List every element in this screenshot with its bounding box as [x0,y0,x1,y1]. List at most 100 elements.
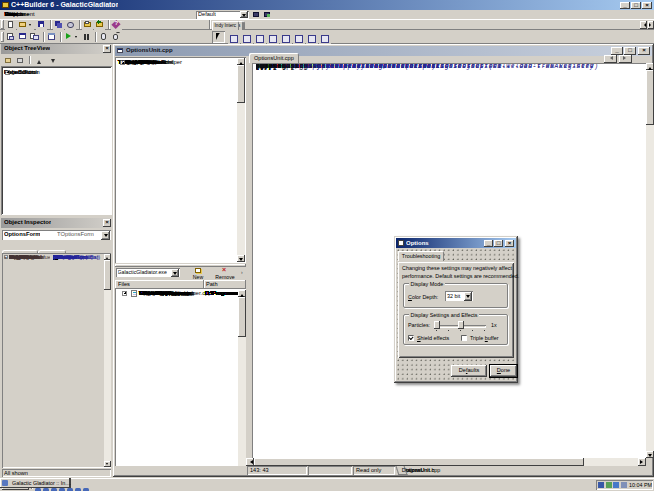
desktop-layout-combo[interactable]: Default [196,11,249,19]
palette-tab[interactable]: Indy Interc [212,21,239,30]
object-treeview-pane: Object TreeView × OptionsForm [0,44,113,217]
treeview-move-up-icon[interactable] [34,56,45,66]
property-name: Icon [9,254,50,260]
scroll-up-icon[interactable] [237,58,245,65]
palette-tabs-scroll-left-icon[interactable] [640,21,647,29]
editor-vscrollbar[interactable] [646,63,654,458]
slider-thumb[interactable] [458,321,464,329]
project-combo-dropdown-icon[interactable] [171,269,179,277]
files-column-header[interactable]: Files [118,281,130,287]
open-icon[interactable] [17,20,28,30]
toggle-form-unit-icon[interactable] [29,31,40,42]
color-depth-combo[interactable]: 32 bit [445,291,473,301]
quick-launch-icon[interactable] [66,488,73,491]
particles-slider[interactable] [434,320,486,331]
save-icon[interactable] [36,20,47,30]
project-remove-button[interactable]: × Remove [211,267,239,280]
quick-launch-icon[interactable] [50,488,57,491]
run-dropdown-icon[interactable] [74,31,80,42]
triple-buffer-checkbox[interactable]: Triple buffer [461,334,507,342]
menu-item[interactable]: Help [2,10,19,19]
combo-dropdown-icon[interactable] [464,292,472,301]
dialog-tab[interactable]: Troubleshooting [398,251,444,261]
help-icon[interactable]: ? [111,20,122,30]
scroll-thumb[interactable] [104,260,111,290]
close-button[interactable]: × [642,2,652,9]
step-over-icon[interactable] [110,31,121,42]
minimize-button[interactable]: _ [620,2,630,9]
shield-effects-checkbox[interactable]: Shield effects [408,334,463,342]
palette-tabs-scroll-right-icon[interactable] [648,21,654,29]
tray-icon-2[interactable] [606,482,612,488]
new-icon[interactable] [5,20,16,30]
quick-launch-icon[interactable] [34,488,41,491]
options-dialog: Options _ □ × PerformanceAudioTroublesho… [394,236,518,383]
treeview-delete-icon[interactable] [15,56,26,66]
dialog-maximize-icon[interactable]: □ [494,240,503,247]
save-all-icon[interactable] [53,20,64,30]
scroll-thumb[interactable] [254,458,584,466]
done-button[interactable]: Done [490,365,517,377]
view-form-icon[interactable] [17,31,28,42]
open-project-icon[interactable] [82,20,93,30]
scroll-down-icon[interactable] [646,451,654,458]
scroll-up-icon[interactable] [238,290,246,297]
scroll-right-icon[interactable] [638,458,646,466]
project-combo[interactable]: GalacticGladiator.exe [116,268,180,277]
dialog-minimize-icon[interactable]: _ [484,240,493,247]
scroll-down-icon[interactable] [237,255,245,262]
scroll-thumb[interactable] [237,65,245,103]
scroll-up-icon[interactable] [646,63,654,70]
quick-launch-icon[interactable] [58,488,65,491]
class-explorer-scrollbar[interactable] [237,58,245,262]
dialog-close-icon[interactable]: × [505,240,514,247]
property-value[interactable]: (None) [53,254,104,260]
combo-dropdown-icon[interactable] [240,11,248,18]
tray-icon-4[interactable] [621,482,627,488]
object-treeview-close-icon[interactable]: × [103,45,111,53]
expand-icon[interactable]: + [4,255,9,260]
scroll-left-icon[interactable] [246,458,254,466]
inspector-scrollbar[interactable] [104,254,111,467]
editor-bottom-tab[interactable]: Diagram [396,466,408,475]
file-list-scrollbar[interactable] [238,290,246,475]
taskbar-window-button[interactable]: Galactic Gladiator :: In... [0,478,70,488]
run-icon[interactable] [63,31,74,42]
add-file-to-project-icon[interactable] [94,20,105,30]
scroll-down-icon[interactable] [104,461,111,467]
quick-launch-icon[interactable] [42,488,49,491]
tab-scroll-left-icon[interactable] [604,55,617,63]
scroll-thumb[interactable] [646,70,654,125]
defaults-button[interactable]: Defaults [451,365,487,377]
reopen-icon[interactable] [65,20,76,30]
tab-scroll-right-icon[interactable] [619,55,632,63]
trace-into-icon[interactable] [98,31,109,42]
quick-launch-icon[interactable] [82,488,89,491]
remove-icon: × [222,266,226,273]
tray-icon-1[interactable] [598,482,604,488]
project-new-button[interactable]: New [187,267,209,280]
open-dropdown-icon[interactable] [28,20,34,30]
editor-hscrollbar[interactable] [246,458,646,466]
view-unit-icon[interactable] [5,31,16,42]
pause-icon[interactable] [81,31,92,42]
object-inspector-close-icon[interactable]: × [103,219,111,227]
object-selector-combo[interactable]: OptionsForm TOptionsForm [2,230,111,240]
tray-icon-3[interactable] [613,482,619,488]
treeview-new-item-icon[interactable] [3,56,14,66]
editor-gutter [246,63,253,458]
editor-tab[interactable]: OptionsUnit.cpp [249,53,299,63]
quick-launch-icon[interactable] [74,488,81,491]
maximize-button[interactable]: □ [631,2,641,9]
treeview-move-down-icon[interactable] [48,56,59,66]
save-desktop-icon[interactable] [252,11,261,19]
new-form-icon[interactable] [46,31,57,42]
object-selector-dropdown-icon[interactable] [101,231,110,240]
options-dialog-caption[interactable]: Options _ □ × [396,238,516,248]
slider-thumb-left[interactable] [434,321,440,329]
expand-icon[interactable] [122,291,127,296]
path-column-header[interactable]: Path [206,281,218,287]
palette-pointer-icon[interactable] [212,31,225,43]
set-debug-desktop-icon[interactable] [263,11,272,19]
scroll-thumb[interactable] [238,297,246,337]
